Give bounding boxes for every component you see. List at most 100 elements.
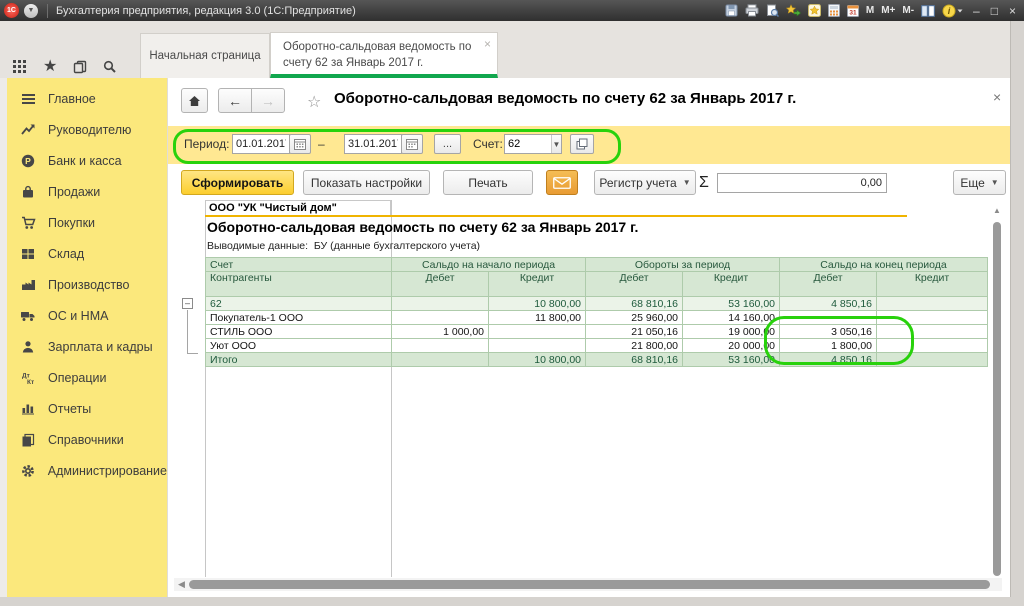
horizontal-scroll-thumb[interactable] [189,580,990,589]
generate-button[interactable]: Сформировать [181,170,294,195]
sidebar-item-pokupki[interactable]: Покупки [7,207,167,238]
window-bottom-edge [0,597,1024,606]
form-close-icon[interactable]: × [993,89,1001,105]
value-cell[interactable] [489,339,586,353]
more-menu-button[interactable]: Еще ▼ [953,170,1006,195]
sidebar-item-otchety[interactable]: Отчеты [7,393,167,424]
company-name-cell[interactable]: ООО "УК "Чистый дом" [205,200,391,215]
value-cell[interactable]: 68 810,16 [586,353,683,367]
memory-button-m[interactable]: M [866,5,874,16]
value-cell[interactable] [392,311,489,325]
group-collapse-toggle[interactable]: – [182,298,193,309]
period-from-input[interactable] [232,134,290,154]
tab-report[interactable]: Оборотно-сальдовая ведомость по счету 62… [270,32,498,78]
value-cell[interactable]: 53 160,00 [683,353,780,367]
forward-button[interactable]: → [251,88,285,113]
calculator-icon[interactable] [828,3,840,18]
sidebar-item-operacii[interactable]: ДтКтОперации [7,362,167,393]
print-preview-icon[interactable] [766,3,779,18]
sidebar-item-administrirovanie[interactable]: Администрирование [7,455,167,486]
maximize-icon[interactable]: □ [989,5,1000,17]
tab-close-icon[interactable]: × [484,36,491,52]
sidebar-item-proizvodstvo[interactable]: Производство [7,269,167,300]
close-icon[interactable]: × [1007,5,1018,17]
value-cell[interactable] [392,339,489,353]
column-group-header: Сальдо на конец периода [780,258,988,272]
value-cell[interactable]: 25 960,00 [586,311,683,325]
row-name-cell[interactable]: Покупатель-1 ООО [206,311,392,325]
scroll-up-icon[interactable]: ▲ [993,206,1001,215]
app-logo-1c-icon[interactable]: 1С [4,3,19,18]
value-cell[interactable]: 14 160,00 [683,311,780,325]
minimize-icon[interactable]: – [971,5,982,17]
favorite-toggle-icon[interactable]: ☆ [307,92,321,112]
value-cell[interactable]: 11 800,00 [489,311,586,325]
sidebar-item-sklad[interactable]: Склад [7,238,167,269]
sum-field[interactable] [717,173,887,193]
sidebar-item-os-i-nma[interactable]: ОС и НМА [7,300,167,331]
vertical-scroll-thumb[interactable] [993,222,1001,576]
value-cell[interactable] [392,297,489,311]
tab-home[interactable]: Начальная страница [140,33,270,78]
value-cell[interactable]: 10 800,00 [489,297,586,311]
split-window-icon[interactable] [921,3,935,18]
scroll-left-icon[interactable]: ◀ [174,579,189,590]
sidebar-item-bank-i-kassa[interactable]: РБанк и касса [7,145,167,176]
show-settings-button[interactable]: Показать настройки [303,170,430,195]
sidebar-item-spravochniki[interactable]: Справочники [7,424,167,455]
value-cell[interactable]: 21 800,00 [586,339,683,353]
value-cell[interactable] [392,353,489,367]
period-choice-button[interactable]: ... [434,134,461,154]
sidebar-item-prodazhi[interactable]: Продажи [7,176,167,207]
memory-button-mplus[interactable]: M+ [881,5,895,16]
value-cell[interactable]: 68 810,16 [586,297,683,311]
value-cell[interactable]: 10 800,00 [489,353,586,367]
sidebar-item-glavnoe[interactable]: Главное [7,83,167,114]
register-menu-button[interactable]: Регистр учета ▼ [594,170,696,195]
svg-text:Кт: Кт [27,379,34,385]
window-right-edge [1010,21,1024,606]
value-cell[interactable]: 4 850,16 [780,297,877,311]
value-cell[interactable]: 21 050,16 [586,325,683,339]
send-email-button[interactable] [546,170,578,195]
save-icon[interactable] [725,3,738,18]
sidebar-item-rukovoditelyu[interactable]: Руководителю [7,114,167,145]
favorites-icon[interactable] [808,3,821,18]
account-select-button[interactable] [570,134,594,154]
home-button[interactable] [181,88,208,113]
print-icon[interactable] [745,3,759,18]
value-cell[interactable]: 53 160,00 [683,297,780,311]
search-icon[interactable] [103,59,117,74]
sidebar-item-label: Банк и касса [48,154,122,168]
calendar-icon[interactable]: 31 [847,3,859,18]
value-cell[interactable] [489,325,586,339]
account-input[interactable] [505,135,551,153]
value-cell[interactable] [877,297,988,311]
report-accent-line [205,215,907,217]
period-to-input[interactable] [344,134,402,154]
menu-icon [19,91,37,106]
info-icon[interactable]: i [942,3,964,18]
history-icon[interactable] [73,59,87,74]
row-name-cell[interactable]: СТИЛЬ ООО [206,325,392,339]
row-name-cell[interactable]: Итого [206,353,392,367]
chevron-down-icon[interactable]: ▼ [551,135,561,153]
back-button[interactable]: ← [218,88,252,113]
vertical-scrollbar[interactable]: ▲ [991,206,1003,578]
favorites-star-icon[interactable]: ★ [43,60,57,74]
apps-menu-icon[interactable] [10,59,27,74]
add-favorite-icon[interactable] [786,3,801,18]
panel-tools: ★ [10,59,117,74]
memory-button-mminus[interactable]: M- [902,5,914,16]
period-from-calendar-button[interactable] [289,134,311,154]
tab-home-label: Начальная страница [149,50,260,62]
system-menu-icon[interactable]: ▼ [24,4,38,18]
row-name-cell[interactable]: 62 [206,297,392,311]
value-cell[interactable]: 1 000,00 [392,325,489,339]
column-group-header: Сальдо на начало периода [392,258,586,272]
sidebar-item-zarplata-i-kadry[interactable]: Зарплата и кадры [7,331,167,362]
horizontal-scrollbar[interactable]: ◀ [174,578,1002,591]
row-name-cell[interactable]: Уют ООО [206,339,392,353]
print-button[interactable]: Печать [443,170,533,195]
period-to-calendar-button[interactable] [401,134,423,154]
